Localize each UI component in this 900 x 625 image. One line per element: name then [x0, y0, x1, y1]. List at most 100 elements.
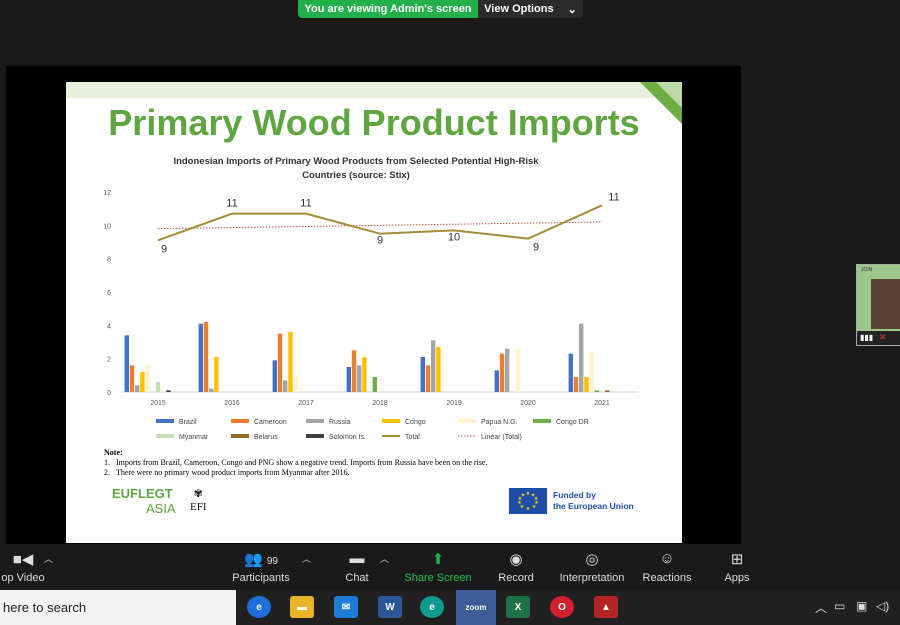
- bar-congo-dr: [372, 377, 377, 392]
- efi-label: EFI: [190, 501, 207, 513]
- bar-solomon-is: [166, 390, 171, 392]
- total-data-label: 11: [300, 198, 311, 210]
- total-data-label: 10: [448, 231, 460, 243]
- tray-expand-icon[interactable]: ︿: [815, 599, 827, 616]
- opera-icon[interactable]: O: [550, 596, 574, 618]
- taskbar-search-box[interactable]: here to search: [0, 590, 236, 625]
- y-tick-label: 6: [107, 290, 111, 297]
- record-label: Record: [498, 572, 534, 584]
- x-tick-label: 2015: [150, 400, 166, 407]
- bar-russia: [209, 388, 214, 392]
- bar-brazil: [568, 353, 573, 392]
- legend-swatch: [306, 419, 324, 423]
- legend-label: Congo DR: [556, 419, 589, 426]
- zoom-label: zoom: [465, 603, 487, 612]
- svg-text:★: ★: [521, 493, 526, 499]
- view-options-button[interactable]: View Options ⌄: [478, 0, 583, 18]
- eu-flag-icon: ★ ★ ★ ★ ★ ★ ★ ★ ★ ★: [509, 488, 547, 514]
- bar-brazil: [272, 360, 277, 392]
- viewing-banner: You are viewing Admin's screen: [298, 0, 478, 18]
- svg-text:★: ★: [526, 506, 531, 512]
- record-button[interactable]: ◉ Record: [494, 550, 538, 584]
- notes-block: Note: 1. Imports from Brazil, Cameroon, C…: [104, 448, 664, 478]
- participant-video-thumbnail[interactable]: JOIN ▮▮▮ ✕: [856, 264, 900, 346]
- participants-button[interactable]: 👥 99 Participants: [228, 550, 294, 584]
- word-icon[interactable]: W: [378, 596, 402, 618]
- edge-browser-icon[interactable]: e: [247, 596, 271, 618]
- chat-button[interactable]: ▬ Chat: [340, 550, 374, 584]
- trendline-linear-total: [157, 221, 603, 230]
- network-icon[interactable]: ▭: [834, 599, 845, 613]
- participants-options-caret-icon[interactable]: ︿: [302, 552, 311, 565]
- bar-congo: [288, 332, 293, 392]
- mail-icon[interactable]: ✉: [334, 596, 358, 618]
- total-data-label: 9: [377, 235, 383, 247]
- chevron-down-icon: ⌄: [567, 3, 577, 16]
- top-bar: You are viewing Admin's screen View Opti…: [0, 0, 900, 18]
- participants-icon: 👥 99: [244, 551, 278, 568]
- y-tick-label: 0: [107, 390, 111, 397]
- presentation-slide: Primary Wood Product Imports Indonesian …: [66, 82, 682, 543]
- apps-label: Apps: [724, 572, 750, 584]
- y-tick-label: 4: [107, 323, 111, 330]
- chat-options-caret-icon[interactable]: ︿: [380, 552, 389, 565]
- view-options-label: View Options: [484, 3, 554, 15]
- legend-swatch: [306, 434, 324, 438]
- edge-icon[interactable]: e: [420, 596, 444, 618]
- legend-label: Russia: [329, 419, 351, 426]
- thumbnail-status-bar: ▮▮▮ ✕: [857, 331, 900, 345]
- note-item: 2. There were no primary wood product imp…: [104, 468, 664, 478]
- funded-text: Funded by the European Union: [553, 490, 634, 512]
- x-tick-label: 2016: [224, 400, 240, 407]
- display-icon[interactable]: ▣: [856, 599, 867, 613]
- interpretation-label: Interpretation: [559, 572, 625, 584]
- game-icon[interactable]: ▲: [594, 596, 618, 618]
- chat-icon: ▬: [349, 550, 365, 567]
- excel-icon[interactable]: X: [506, 596, 530, 618]
- apps-icon: ⊞: [730, 551, 744, 568]
- mic-muted-icon: ✕: [879, 332, 887, 342]
- logo-line1: EUFLEGT: [112, 486, 173, 501]
- legend-swatch: [382, 419, 400, 423]
- euflegt-asia-logo: EUFLEGT ASIA: [112, 486, 176, 516]
- video-options-caret-icon[interactable]: ︿: [44, 552, 53, 565]
- x-tick-label: 2018: [372, 400, 388, 407]
- volume-icon[interactable]: ◁): [876, 599, 889, 613]
- efi-logo: ✾ EFI: [190, 488, 207, 514]
- bar-myanmar: [155, 382, 161, 392]
- reactions-button[interactable]: ☺ Reactions: [642, 550, 692, 584]
- participant-count: 99: [266, 556, 278, 567]
- note-heading: Note:: [104, 448, 123, 457]
- excel-icon-letter: X: [514, 601, 522, 613]
- x-tick-label: 2021: [594, 400, 610, 407]
- apps-button[interactable]: ⊞ Apps: [722, 550, 752, 584]
- legend-swatch: [156, 434, 174, 438]
- bar-russia: [283, 380, 288, 392]
- legend-label: Total: [405, 434, 420, 441]
- share-screen-button[interactable]: ⬆ Share Screen: [404, 550, 472, 584]
- legend-swatch: [231, 419, 249, 423]
- y-tick-label: 2: [107, 357, 111, 364]
- bar-brazil: [420, 357, 425, 392]
- bar-russia: [579, 323, 584, 392]
- x-tick-label: 2019: [446, 400, 462, 407]
- interpretation-button[interactable]: ◎ Interpretation: [555, 550, 629, 584]
- note-item: 1. Imports from Brazil, Cameroon, Congo a…: [104, 458, 664, 468]
- legend-swatch: [231, 434, 249, 438]
- zoom-taskbar-icon[interactable]: zoom: [456, 590, 496, 625]
- total-data-label: 11: [226, 198, 237, 210]
- stop-video-button[interactable]: ■◀ op Video: [0, 550, 46, 584]
- y-tick-label: 12: [103, 190, 111, 197]
- legend-label: Solomon Is.: [329, 434, 366, 441]
- bar-cameroon: [425, 365, 431, 392]
- legend-label: Cameroon: [254, 419, 287, 426]
- bar-brazil: [124, 335, 129, 392]
- bar-belarus: [605, 390, 610, 392]
- total-data-label: 11: [608, 191, 619, 203]
- legend-label: Congo: [405, 419, 426, 426]
- file-explorer-icon[interactable]: ▬: [290, 596, 314, 618]
- stop-video-label: op Video: [1, 572, 45, 584]
- efi-tree-icon: ✾: [193, 488, 203, 500]
- bar-congo: [584, 377, 589, 392]
- total-data-label: 9: [533, 242, 539, 254]
